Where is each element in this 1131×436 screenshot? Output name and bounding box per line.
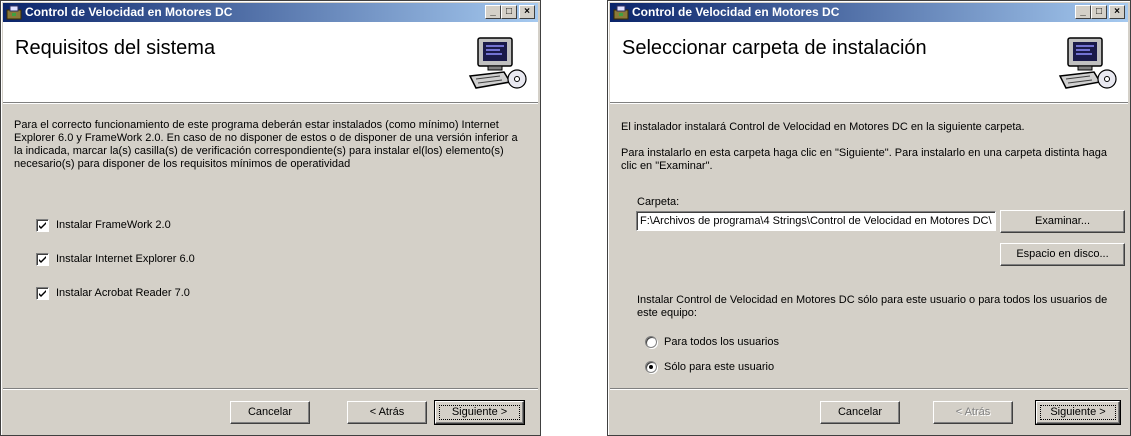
next-button[interactable]: Siguiente >	[1035, 400, 1121, 425]
title-bar[interactable]: Control de Velocidad en Motores DC _ □ ×	[3, 3, 538, 22]
installer-app-icon	[613, 5, 629, 20]
checkbox-acrobat-reader[interactable]: Instalar Acrobat Reader 7.0	[36, 286, 190, 300]
install-folder-window: Control de Velocidad en Motores DC _ □ ×…	[607, 0, 1131, 436]
radio-all-users[interactable]: Para todos los usuarios	[645, 335, 779, 349]
cancel-button[interactable]: Cancelar	[820, 401, 900, 424]
wizard-header: Seleccionar carpeta de instalación	[610, 22, 1128, 104]
wizard-body: Para el correcto funcionamiento de este …	[3, 105, 538, 387]
close-icon[interactable]: ×	[519, 5, 535, 19]
focus-rect	[439, 405, 520, 420]
page-title: Requisitos del sistema	[15, 37, 216, 59]
window-title: Control de Velocidad en Motores DC	[25, 5, 233, 19]
system-requirements-window: Control de Velocidad en Motores DC _ □ ×…	[0, 0, 541, 436]
computer-setup-icon	[468, 37, 527, 89]
wizard-header: Requisitos del sistema	[3, 22, 538, 104]
install-intro: El instalador instalará Control de Veloc…	[621, 121, 1025, 133]
radio-label: Sólo para este usuario	[664, 361, 775, 373]
check-icon[interactable]	[36, 286, 49, 300]
radio-current-user[interactable]: Sólo para este usuario	[645, 360, 774, 374]
minimize-icon[interactable]: _	[485, 5, 501, 19]
requirements-description: Para el correcto funcionamiento de este …	[14, 119, 518, 170]
next-button[interactable]: Siguiente >	[434, 400, 525, 425]
checkbox-label: Instalar Acrobat Reader 7.0	[56, 287, 190, 299]
installer-app-icon	[6, 5, 22, 20]
radio-icon[interactable]	[645, 336, 657, 348]
checkbox-framework[interactable]: Instalar FrameWork 2.0	[36, 218, 171, 232]
window-title: Control de Velocidad en Motores DC	[632, 5, 840, 19]
back-button[interactable]: < Atrás	[347, 401, 427, 424]
install-scope-question: Instalar Control de Velocidad en Motores…	[637, 294, 1108, 319]
maximize-icon[interactable]: □	[501, 5, 517, 19]
folder-path-input[interactable]: F:\Archivos de programa\4 Strings\Contro…	[636, 211, 996, 231]
checkbox-label: Instalar Internet Explorer 6.0	[56, 253, 195, 265]
minimize-icon[interactable]: _	[1075, 5, 1091, 19]
focus-rect	[1040, 405, 1116, 420]
maximize-icon[interactable]: □	[1091, 5, 1107, 19]
checkbox-internet-explorer[interactable]: Instalar Internet Explorer 6.0	[36, 252, 195, 266]
check-icon[interactable]	[36, 218, 49, 232]
checkbox-label: Instalar FrameWork 2.0	[56, 219, 171, 231]
page-title: Seleccionar carpeta de instalación	[622, 37, 927, 59]
computer-setup-icon	[1058, 37, 1117, 89]
disk-space-button[interactable]: Espacio en disco...	[1000, 243, 1125, 266]
radio-selected-icon[interactable]	[645, 361, 657, 373]
title-bar[interactable]: Control de Velocidad en Motores DC _ □ ×	[610, 3, 1128, 22]
wizard-body: El instalador instalará Control de Veloc…	[610, 105, 1128, 387]
close-icon[interactable]: ×	[1109, 5, 1125, 19]
install-instructions: Para instalarlo en esta carpeta haga cli…	[621, 147, 1108, 172]
back-button-disabled[interactable]: < Atrás	[933, 401, 1013, 424]
footer-divider	[610, 388, 1128, 390]
folder-label: Carpeta:	[637, 196, 680, 208]
radio-label: Para todos los usuarios	[664, 336, 779, 348]
browse-button[interactable]: Examinar...	[1000, 210, 1125, 233]
check-icon[interactable]	[36, 252, 49, 266]
cancel-button[interactable]: Cancelar	[230, 401, 310, 424]
footer-divider	[3, 388, 538, 390]
